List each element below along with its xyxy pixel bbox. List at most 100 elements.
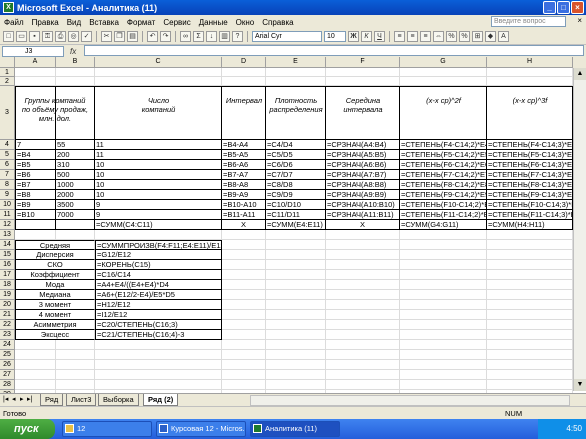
cell[interactable] (487, 270, 573, 280)
row-header-4[interactable]: 4 (0, 140, 15, 150)
cell[interactable] (266, 250, 326, 260)
cell[interactable] (326, 340, 400, 350)
data-cell[interactable]: =СРЗНАЧ(A8:B8) (326, 180, 400, 190)
data-cell[interactable]: =СРЗНАЧ(A5:B5) (326, 150, 400, 160)
align-left-icon[interactable]: ≡ (394, 31, 405, 42)
cell[interactable] (266, 340, 326, 350)
menu-format[interactable]: Формат (123, 18, 159, 27)
data-cell[interactable]: =СТЕПЕНЬ(F8-C14;2)*E8 (400, 180, 487, 190)
cell[interactable] (266, 240, 326, 250)
cell[interactable] (400, 300, 487, 310)
data-cell[interactable]: =B4-A4 (222, 140, 266, 150)
hyperlink-icon[interactable]: ∞ (180, 31, 191, 42)
data-cell[interactable]: 500 (56, 170, 95, 180)
data-cell[interactable]: =B6-A6 (222, 160, 266, 170)
menu-help[interactable]: Справка (258, 18, 297, 27)
stat-formula[interactable]: =A6+(E12/2-E4)/E5*D5 (95, 290, 222, 300)
font-color-icon[interactable]: A (498, 31, 509, 42)
data-cell[interactable]: =C4/D4 (266, 140, 326, 150)
stat-label[interactable]: Коэффициент (15, 270, 95, 280)
data-cell[interactable]: =C8/D8 (266, 180, 326, 190)
menu-window[interactable]: Окно (232, 18, 259, 27)
cell[interactable] (326, 230, 400, 240)
totals-cell[interactable] (56, 220, 95, 230)
row-header-10[interactable]: 10 (0, 200, 15, 210)
cell[interactable] (222, 320, 266, 330)
cell[interactable] (266, 280, 326, 290)
column-header-h[interactable]: H (487, 57, 573, 68)
data-cell[interactable]: =СТЕПЕНЬ(F8-C14;3)*E8 (487, 180, 573, 190)
stat-label[interactable]: Медиана (15, 290, 95, 300)
stat-formula[interactable]: =I12/E12 (95, 310, 222, 320)
data-cell[interactable]: =СРЗНАЧ(A4:B4) (326, 140, 400, 150)
column-header-f[interactable]: F (326, 57, 400, 68)
menu-view[interactable]: Вид (63, 18, 85, 27)
cell[interactable] (326, 280, 400, 290)
column-header-b[interactable]: B (56, 57, 95, 68)
stat-formula[interactable]: =C16/C14 (95, 270, 222, 280)
row-header-6[interactable]: 6 (0, 160, 15, 170)
column-header-e[interactable]: E (266, 57, 326, 68)
cell[interactable] (326, 260, 400, 270)
cell[interactable] (266, 370, 326, 380)
autosum-icon[interactable]: Σ (193, 31, 204, 42)
row-header-25[interactable]: 25 (0, 350, 15, 360)
cell[interactable] (400, 380, 487, 390)
data-cell[interactable]: =C7/D7 (266, 170, 326, 180)
cell[interactable] (15, 340, 56, 350)
data-cell[interactable]: 200 (56, 150, 95, 160)
task-word-kursovaya[interactable]: Курсовая 12 - Micros... (156, 421, 246, 437)
horizontal-scrollbar[interactable] (250, 395, 570, 406)
totals-cell[interactable]: X (222, 220, 266, 230)
data-cell[interactable]: =СТЕПЕНЬ(F9-C14;3)*E9 (487, 190, 573, 200)
cell[interactable] (400, 320, 487, 330)
print-icon[interactable]: ⎙ (55, 31, 66, 42)
cell[interactable] (95, 350, 222, 360)
data-cell[interactable]: =C9/D9 (266, 190, 326, 200)
spelling-icon[interactable]: ✓ (81, 31, 92, 42)
minimize-button[interactable]: _ (543, 1, 556, 14)
cell[interactable] (222, 340, 266, 350)
cell[interactable] (400, 270, 487, 280)
cell[interactable] (326, 68, 400, 77)
data-cell[interactable]: 11 (95, 150, 222, 160)
cell[interactable] (95, 340, 222, 350)
data-cell[interactable]: =СТЕПЕНЬ(F11-C14;2)*E (400, 210, 487, 220)
cell[interactable] (222, 330, 266, 340)
data-cell[interactable]: 7000 (56, 210, 95, 220)
data-cell[interactable]: =C5/D5 (266, 150, 326, 160)
cell[interactable] (222, 230, 266, 240)
tab-next-icon[interactable]: ▸ (20, 395, 24, 403)
cell[interactable] (400, 77, 487, 86)
sheet-tab-vyborka[interactable]: Выборка (98, 394, 139, 406)
tab-first-icon[interactable]: |◂ (3, 395, 8, 403)
fill-color-icon[interactable]: ◆ (485, 31, 496, 42)
cell[interactable] (222, 290, 266, 300)
data-cell[interactable]: =B5 (15, 160, 56, 170)
menu-insert[interactable]: Вставка (85, 18, 123, 27)
cell[interactable] (222, 350, 266, 360)
cell[interactable] (15, 360, 56, 370)
cell[interactable] (326, 310, 400, 320)
data-cell[interactable]: =СТЕПЕНЬ(F10-C14;3)*E (487, 200, 573, 210)
column-header-g[interactable]: G (400, 57, 487, 68)
data-cell[interactable]: =СРЗНАЧ(A10:B10) (326, 200, 400, 210)
cell[interactable] (95, 360, 222, 370)
cell[interactable] (400, 68, 487, 77)
stat-label[interactable]: СКО (15, 260, 95, 270)
row-header-7[interactable]: 7 (0, 170, 15, 180)
row-header-5[interactable]: 5 (0, 150, 15, 160)
data-cell[interactable]: =B5-A5 (222, 150, 266, 160)
cell[interactable] (222, 370, 266, 380)
row-header-8[interactable]: 8 (0, 180, 15, 190)
merge-center-icon[interactable]: ⇔ (433, 31, 444, 42)
tab-last-icon[interactable]: ▸| (27, 395, 32, 403)
font-select[interactable]: Arial Cyr (252, 31, 322, 42)
font-size-select[interactable]: 10 (324, 31, 346, 42)
maximize-button[interactable]: □ (557, 1, 570, 14)
data-cell[interactable]: 1000 (56, 180, 95, 190)
sheet-tab-ryad[interactable]: Ряд (40, 394, 64, 406)
cell[interactable] (487, 330, 573, 340)
data-cell[interactable]: =C10/D10 (266, 200, 326, 210)
align-center-icon[interactable]: ≡ (407, 31, 418, 42)
